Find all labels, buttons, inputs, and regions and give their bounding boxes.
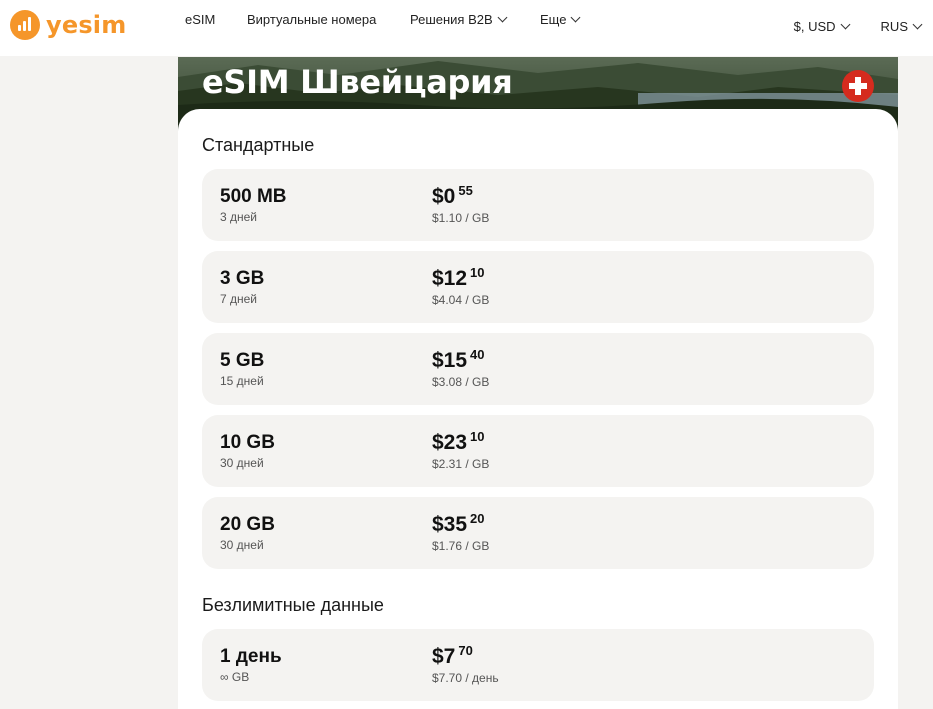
plan-data-amount: 500 MB [220,186,287,207]
plan-duration: 3 дней [220,210,258,224]
plan-price: $15 40 [432,347,485,372]
plan-data-amount: 10 GB [220,432,275,453]
plan-card[interactable]: 1 день ∞ GB $7 70 $7.70 / день [202,629,874,701]
plan-card[interactable]: 3 GB 7 дней $12 10 $4.04 / GB [202,251,874,323]
plan-unit-price: $2.31 / GB [432,457,490,471]
plan-duration: 30 дней [220,456,264,470]
plan-duration: 15 дней [220,374,264,388]
nav-item-label: Еще [540,11,567,27]
currency-label: $, USD [793,19,836,34]
yesim-logo[interactable]: yesim [10,10,126,40]
chevron-down-icon [840,19,850,30]
nav-item-b2b[interactable]: Решения B2B [410,11,508,27]
section-title-standard: Стандартные [202,135,315,155]
page-title: eSIM Швейцария [202,63,513,101]
plan-unit-price: $7.70 / день [432,671,499,685]
plan-card[interactable]: 20 GB 30 дней $35 20 $1.76 / GB [202,497,874,569]
section-title-unlimited: Безлимитные данные [202,595,384,615]
plan-price: $7 70 [432,643,473,668]
chevron-down-icon [571,12,581,22]
switzerland-flag-icon [842,70,874,102]
nav-item-more[interactable]: Еще [540,11,581,27]
plan-price: $0 55 [432,183,473,208]
language-selector[interactable]: RUS [880,19,923,34]
plan-data-amount: 3 GB [220,268,265,289]
plan-card[interactable]: 10 GB 30 дней $23 10 $2.31 / GB [202,415,874,487]
header-settings: $, USD RUS [793,19,923,34]
plan-duration: 7 дней [220,292,258,306]
plan-data-amount: 20 GB [220,514,275,535]
plan-price: $12 10 [432,265,485,290]
plan-data-amount: 5 GB [220,350,265,371]
plans-card: Стандартные 500 MB 3 дней $0 55 $1.10 / G… [178,109,898,709]
logo-text: yesim [46,11,127,39]
nav-item-virtual-numbers[interactable]: Виртуальные номера [247,12,376,27]
plan-unit-price: $1.10 / GB [432,211,490,225]
currency-selector[interactable]: $, USD [793,19,850,34]
plan-unit-price: $3.08 / GB [432,375,490,389]
chevron-down-icon [912,19,923,30]
nav-item-label: Решения B2B [410,11,493,27]
nav-item-label: Виртуальные номера [247,11,377,27]
plan-unit-price: $1.76 / GB [432,539,490,553]
plan-price: $23 10 [432,429,485,454]
plan-data-amount: 1 день [220,646,282,667]
chevron-down-icon [497,12,508,22]
nav-item-esim[interactable]: eSIM [185,12,215,27]
plan-card[interactable]: 5 GB 15 дней $15 40 $3.08 / GB [202,333,874,405]
plan-card[interactable]: 500 MB 3 дней $0 55 $1.10 / GB [202,169,874,241]
top-header: yesim eSIM Виртуальные номера Решения B2… [0,0,933,56]
signal-bars-icon [10,10,40,40]
plan-price: $35 20 [432,511,485,536]
nav-item-label: eSIM [185,11,216,27]
plan-duration: 30 дней [220,538,264,552]
language-label: RUS [880,19,908,34]
plan-unit-price: $4.04 / GB [432,293,490,307]
plan-duration: ∞ GB [220,670,250,684]
